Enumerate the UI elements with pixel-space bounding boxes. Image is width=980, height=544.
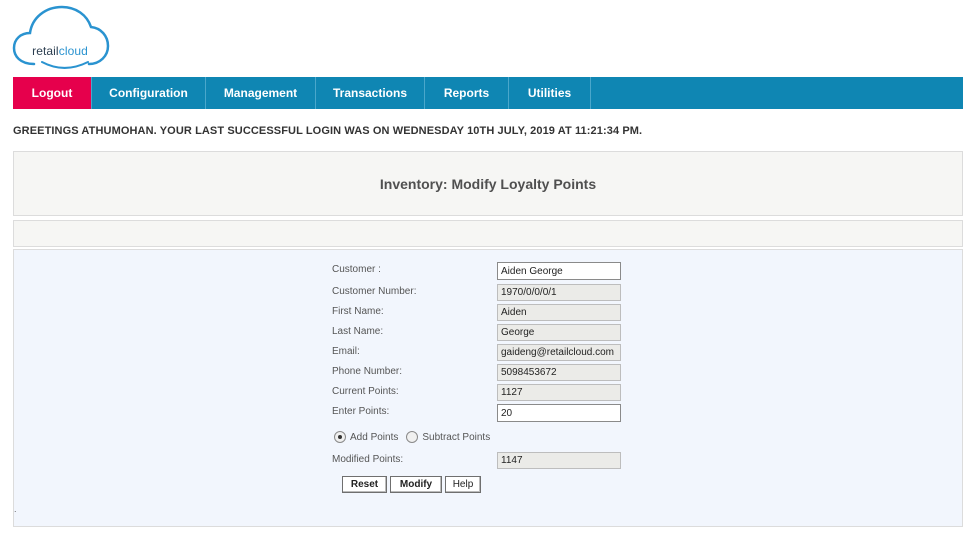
modified-points-field bbox=[497, 452, 621, 469]
current-points-label: Current Points: bbox=[332, 386, 399, 397]
page-title: Inventory: Modify Loyalty Points bbox=[379, 175, 597, 192]
current-points-field bbox=[497, 384, 621, 401]
nav-utilities[interactable]: Utilities bbox=[509, 77, 591, 109]
reset-button[interactable]: Reset bbox=[342, 476, 387, 493]
logo-word-cloud: cloud bbox=[58, 44, 88, 58]
enter-points-row: Enter Points: bbox=[332, 404, 632, 422]
last-name-row: Last Name: bbox=[332, 324, 632, 342]
first-name-row: First Name: bbox=[332, 304, 632, 322]
add-points-label: Add Points bbox=[350, 431, 399, 443]
logo-wordmark: retailcloud bbox=[12, 44, 108, 58]
stray-mark: . bbox=[14, 504, 17, 514]
enter-points-label: Enter Points: bbox=[332, 406, 390, 417]
spacer-panel bbox=[13, 220, 963, 247]
customer-field[interactable] bbox=[497, 262, 621, 280]
phone-field bbox=[497, 364, 621, 381]
email-row: Email: bbox=[332, 344, 632, 362]
subtract-points-radio[interactable] bbox=[406, 431, 419, 443]
phone-row: Phone Number: bbox=[332, 364, 632, 382]
logo-word-retail: retail bbox=[32, 44, 59, 58]
customer-number-label: Customer Number: bbox=[332, 286, 417, 297]
customer-row: Customer : bbox=[332, 262, 632, 280]
greeting-message: GREETINGS ATHUMOHAN. YOUR LAST SUCCESSFU… bbox=[13, 125, 643, 137]
subtract-points-label: Subtract Points bbox=[422, 431, 491, 443]
first-name-label: First Name: bbox=[332, 306, 384, 317]
add-points-radio[interactable] bbox=[334, 431, 346, 443]
enter-points-field[interactable] bbox=[497, 404, 621, 422]
retailcloud-logo: retailcloud bbox=[12, 4, 110, 70]
form-actions: Reset Modify Help bbox=[342, 476, 481, 493]
modified-points-label: Modified Points: bbox=[332, 454, 404, 465]
help-button[interactable]: Help bbox=[445, 476, 481, 493]
last-name-label: Last Name: bbox=[332, 326, 384, 337]
first-name-field bbox=[497, 304, 621, 321]
last-name-field bbox=[497, 324, 621, 341]
current-points-row: Current Points: bbox=[332, 384, 632, 402]
nav-configuration[interactable]: Configuration bbox=[92, 77, 206, 109]
points-operation-group: Add Points Subtract Points bbox=[334, 429, 498, 445]
modify-button[interactable]: Modify bbox=[390, 476, 442, 493]
phone-label: Phone Number: bbox=[332, 366, 403, 377]
customer-label: Customer : bbox=[332, 264, 381, 275]
title-panel: Inventory: Modify Loyalty Points bbox=[13, 151, 963, 216]
nav-logout[interactable]: Logout bbox=[13, 77, 92, 109]
customer-number-field bbox=[497, 284, 621, 301]
customer-number-row: Customer Number: bbox=[332, 284, 632, 302]
modified-points-row: Modified Points: bbox=[332, 452, 632, 470]
main-nav: Logout Configuration Management Transact… bbox=[13, 77, 963, 109]
nav-reports[interactable]: Reports bbox=[425, 77, 509, 109]
email-label: Email: bbox=[332, 346, 360, 357]
nav-management[interactable]: Management bbox=[206, 77, 316, 109]
nav-transactions[interactable]: Transactions bbox=[316, 77, 425, 109]
email-field bbox=[497, 344, 621, 361]
cloud-icon bbox=[12, 5, 110, 69]
